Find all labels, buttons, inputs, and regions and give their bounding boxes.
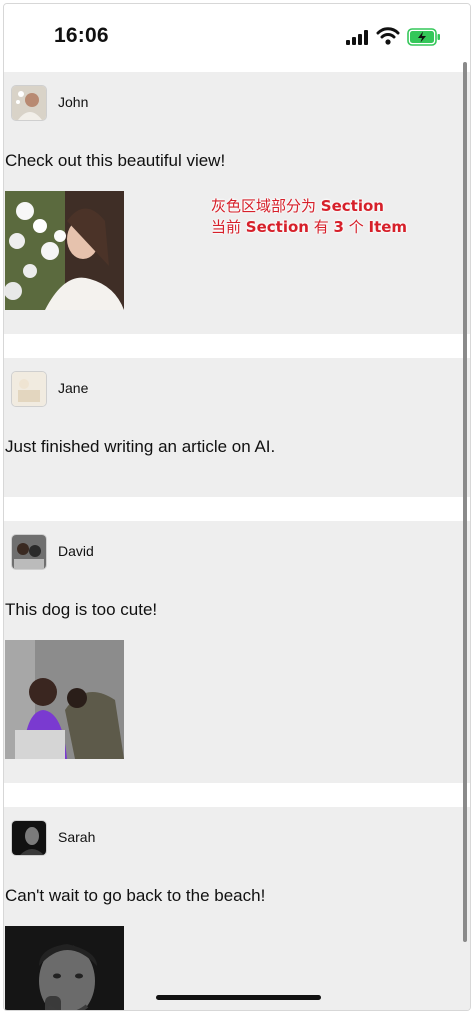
annotation-text: 个 [343, 218, 369, 236]
post-header: David [4, 521, 470, 581]
section-annotation: 灰色区域部分为 Section 当前 Section 有 3 个 Item [211, 196, 421, 238]
username[interactable]: Jane [58, 380, 88, 396]
username[interactable]: Sarah [58, 829, 95, 845]
section-gap [4, 334, 470, 358]
avatar[interactable] [11, 534, 47, 570]
cellular-signal-icon [346, 30, 370, 45]
post-image[interactable] [5, 926, 124, 1010]
annotation-bold: Section [320, 197, 384, 215]
annotation-text: 有 [308, 218, 334, 236]
avatar[interactable] [11, 85, 47, 121]
annotation-text: 当前 [211, 218, 246, 236]
home-indicator[interactable] [156, 995, 321, 1000]
post-card: Sarah Can't wait to go back to the beach… [4, 807, 470, 1010]
annotation-bold: 3 [333, 218, 344, 236]
post-header: Jane [4, 358, 470, 418]
username[interactable]: John [58, 94, 88, 110]
post-text: Check out this beautiful view! [5, 151, 226, 170]
username[interactable]: David [58, 543, 94, 559]
post-card: Jane Just finished writing an article on… [4, 358, 470, 497]
phone-screen: 16:06 John Check out this beautiful view… [3, 3, 471, 1011]
section-gap [4, 783, 470, 807]
scrollbar[interactable] [463, 62, 467, 942]
avatar[interactable] [11, 820, 47, 856]
annotation-line-1: 灰色区域部分为 Section [211, 196, 421, 217]
status-time: 16:06 [54, 24, 109, 47]
post-text: Can't wait to go back to the beach! [5, 886, 266, 905]
post-text: This dog is too cute! [5, 600, 158, 619]
annotation-text: 灰色区域部分为 [211, 197, 321, 215]
battery-charging-icon [407, 28, 440, 46]
post-image[interactable] [5, 640, 124, 759]
wifi-icon [376, 27, 400, 45]
annotation-bold: Section [245, 218, 309, 236]
section-gap [4, 497, 470, 521]
post-header: John [4, 72, 470, 132]
post-card: David This dog is too cute! [4, 521, 470, 783]
post-text: Just finished writing an article on AI. [5, 437, 276, 456]
annotation-line-2: 当前 Section 有 3 个 Item [211, 217, 421, 238]
annotation-bold: Item [368, 218, 408, 236]
avatar[interactable] [11, 371, 47, 407]
post-image[interactable] [5, 191, 124, 310]
post-header: Sarah [4, 807, 470, 867]
status-bar: 16:06 [4, 4, 470, 72]
